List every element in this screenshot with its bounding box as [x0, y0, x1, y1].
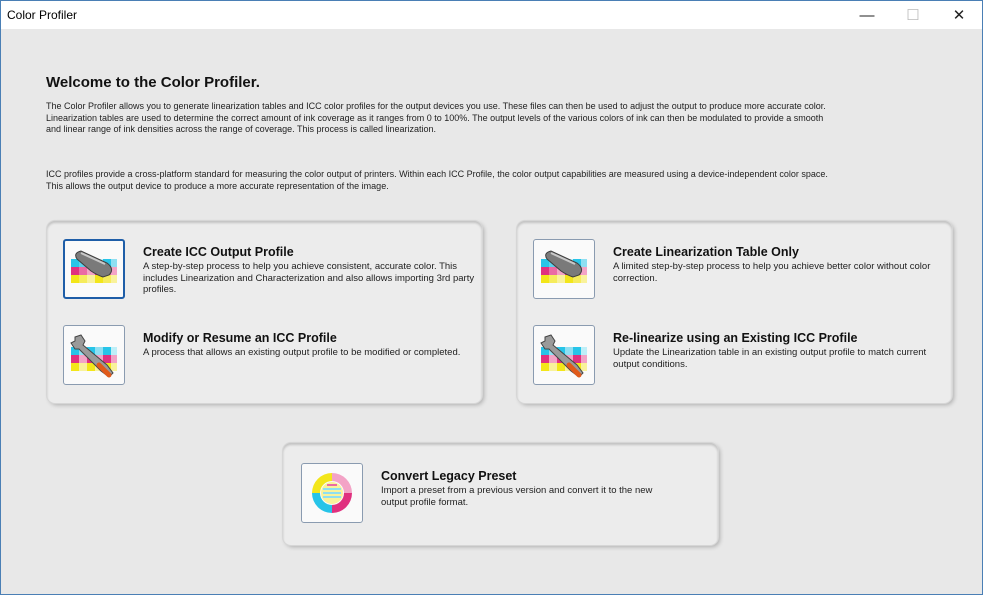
create-linearization-option[interactable]: Create Linearization Table Only A limite…: [533, 239, 953, 299]
relinearize-description: Update the Linearization table in an exi…: [613, 347, 927, 370]
close-button[interactable]: ✕: [936, 1, 982, 29]
main-content: Welcome to the Color Profiler. The Color…: [1, 29, 982, 594]
wrench-icon: [70, 334, 117, 378]
relinearize-text: Re-linearize using an Existing ICC Profi…: [613, 325, 953, 370]
wrench-icon: [540, 334, 587, 378]
create-icc-text: Create ICC Output Profile A step-by-step…: [143, 239, 483, 296]
create-linearization-text: Create Linearization Table Only A limite…: [613, 239, 953, 284]
convert-legacy-description: Import a preset from a previous version …: [381, 485, 653, 508]
modify-icc-button[interactable]: [63, 325, 125, 385]
modify-icc-description: A process that allows an existing output…: [143, 347, 461, 358]
create-icc-button[interactable]: [63, 239, 125, 299]
create-linearization-button[interactable]: [533, 239, 595, 299]
convert-legacy-text: Convert Legacy Preset Import a preset fr…: [381, 463, 721, 508]
legacy-panel: Convert Legacy Preset Import a preset fr…: [283, 443, 718, 545]
welcome-heading: Welcome to the Color Profiler.: [46, 74, 260, 91]
relinearize-title: Re-linearize using an Existing ICC Profi…: [613, 331, 858, 345]
convert-legacy-option[interactable]: Convert Legacy Preset Import a preset fr…: [301, 463, 721, 523]
relinearize-button[interactable]: [533, 325, 595, 385]
modify-icc-text: Modify or Resume an ICC Profile A proces…: [143, 325, 483, 359]
color-profiler-window: Color Profiler — ☐ ✕ Welcome to the Colo…: [0, 0, 983, 595]
create-icc-option[interactable]: Create ICC Output Profile A step-by-step…: [63, 239, 483, 299]
convert-legacy-title: Convert Legacy Preset: [381, 469, 517, 483]
color-wheel-icon: [312, 473, 352, 513]
window-title: Color Profiler: [7, 8, 78, 22]
create-icc-description: A step-by-step process to help you achie…: [143, 261, 475, 295]
relinearize-option[interactable]: Re-linearize using an Existing ICC Profi…: [533, 325, 953, 385]
intro-paragraph-icc: ICC profiles provide a cross-platform st…: [46, 169, 828, 191]
intro-paragraph-linearization: The Color Profiler allows you to generat…: [46, 101, 826, 135]
create-icc-title: Create ICC Output Profile: [143, 245, 294, 259]
icc-profile-panel: Create ICC Output Profile A step-by-step…: [47, 221, 482, 403]
modify-icc-title: Modify or Resume an ICC Profile: [143, 331, 337, 345]
maximize-button[interactable]: ☐: [890, 1, 936, 29]
title-bar: Color Profiler — ☐ ✕: [1, 1, 982, 29]
linearization-panel: Create Linearization Table Only A limite…: [517, 221, 952, 403]
minimize-button[interactable]: —: [844, 1, 890, 29]
spectrophotometer-icon: [71, 250, 117, 283]
create-linearization-title: Create Linearization Table Only: [613, 245, 799, 259]
modify-icc-option[interactable]: Modify or Resume an ICC Profile A proces…: [63, 325, 483, 385]
convert-legacy-button[interactable]: [301, 463, 363, 523]
spectrophotometer-icon: [541, 250, 587, 283]
create-linearization-description: A limited step-by-step process to help y…: [613, 261, 931, 284]
